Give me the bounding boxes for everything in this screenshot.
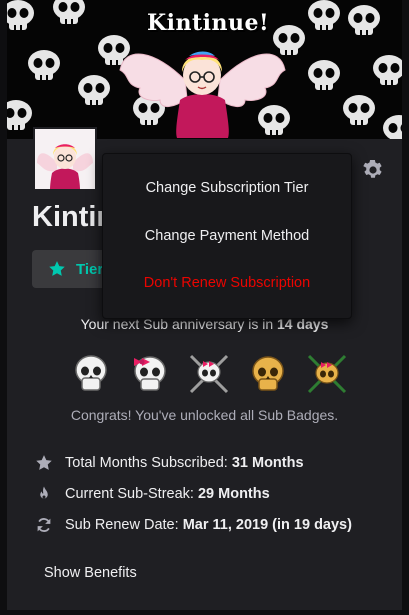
skull-badge-white-icon (75, 355, 107, 391)
sub-streak-row: Current Sub-Streak: 29 Months (35, 483, 270, 505)
sub-streak-value: 29 Months (197, 486, 270, 502)
subscription-options-menu: Change Subscription Tier Change Payment … (102, 153, 352, 319)
total-months-label: Total Months Subscribed: (65, 455, 232, 471)
sub-streak-label: Current Sub-Streak: (65, 486, 198, 502)
skull-badge-pink-bow-icon (134, 356, 166, 391)
total-months-value: 31 Months (231, 455, 304, 471)
gear-icon[interactable] (361, 158, 385, 182)
channel-avatar (33, 127, 97, 191)
badges-congrats-text: Congrats! You've unlocked all Sub Badges… (70, 407, 339, 423)
star-icon (49, 261, 65, 276)
subscription-card: Kintinue! Kintinue! Tier 1 Your next Sub… (7, 0, 402, 610)
dont-renew-subscription-item[interactable]: Don't Renew Subscription (103, 275, 351, 291)
change-payment-method-item[interactable]: Change Payment Method (103, 228, 351, 244)
flame-icon (40, 486, 48, 499)
channel-banner: Kintinue! (7, 0, 402, 139)
renew-date-row: Sub Renew Date: Mar 11, 2019 (in 19 days… (35, 514, 352, 536)
renew-date-label: Sub Renew Date: (65, 517, 183, 533)
skull-badge-crossed-swords-icon (189, 354, 229, 394)
sub-badges (69, 352, 349, 396)
total-months-row: Total Months Subscribed: 31 Months (35, 452, 304, 474)
change-subscription-tier-item[interactable]: Change Subscription Tier (103, 180, 351, 196)
renew-date-value: Mar 11, 2019 (in 19 days) (182, 517, 352, 533)
skull-badge-crossed-swords-green-icon (307, 354, 347, 394)
show-benefits-button[interactable]: Show Benefits (44, 565, 137, 581)
renew-icon (37, 518, 51, 532)
skull-badge-gold-icon (252, 356, 284, 391)
star-icon (36, 455, 52, 470)
banner-character-art (119, 51, 286, 138)
